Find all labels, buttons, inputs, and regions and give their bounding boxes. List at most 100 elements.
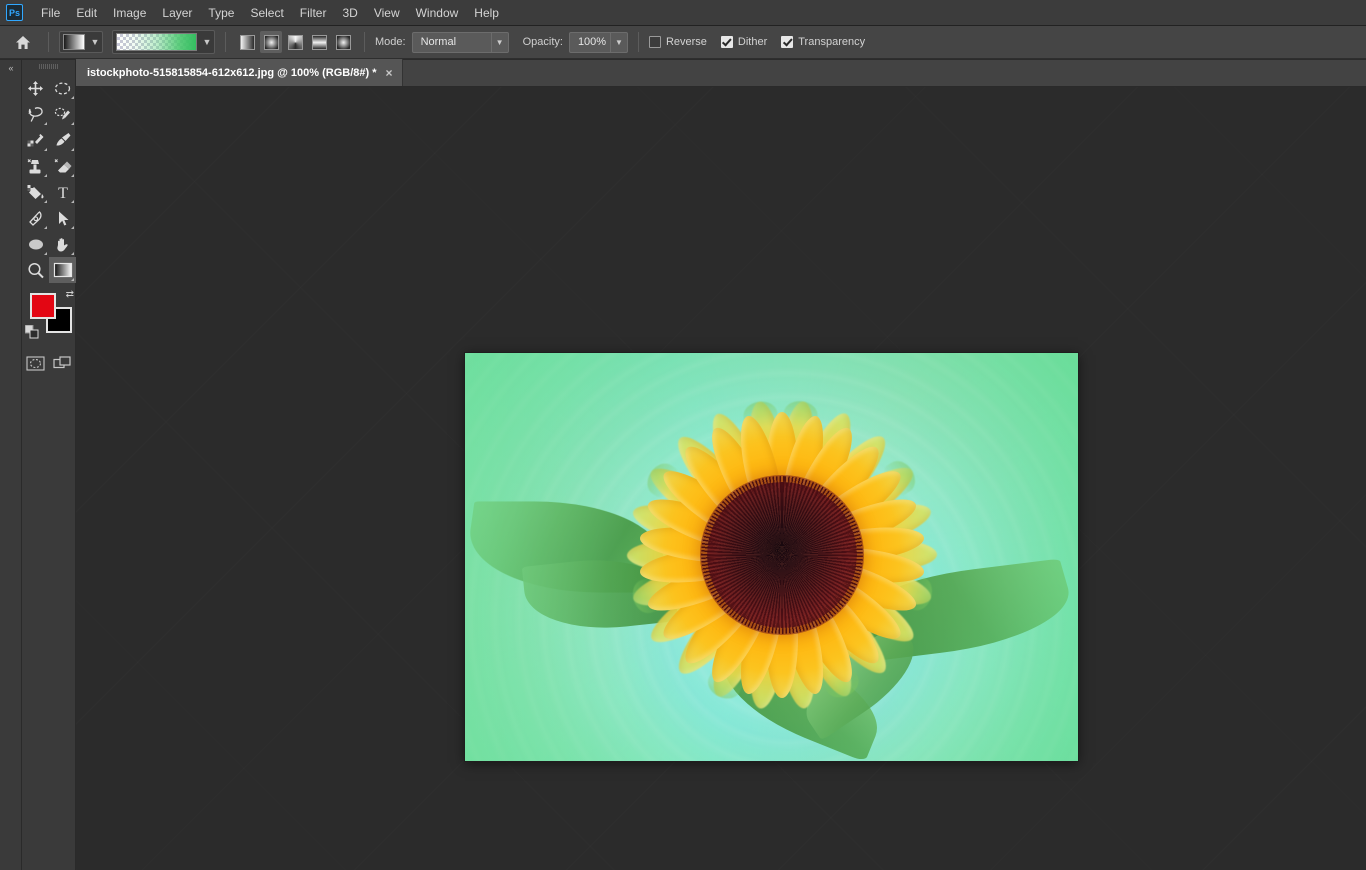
canvas-area[interactable] <box>76 87 1366 870</box>
pen-tool[interactable] <box>22 205 49 231</box>
gradient-style-group <box>236 31 354 53</box>
quick-mask-mode-button[interactable] <box>22 351 49 375</box>
reverse-checkbox[interactable]: Reverse <box>648 36 707 48</box>
toolbar-bottom-row <box>22 351 76 375</box>
tool-flyout-indicator <box>71 122 74 125</box>
tool-flyout-indicator <box>44 174 47 177</box>
linear-gradient-icon <box>239 34 255 50</box>
menu-item-layer[interactable]: Layer <box>154 2 200 24</box>
move-tool[interactable] <box>22 75 49 101</box>
ellipse-tool[interactable] <box>22 231 49 257</box>
menu-item-filter[interactable]: Filter <box>292 2 335 24</box>
chevron-down-icon-opacity[interactable]: ▼ <box>609 32 627 52</box>
reflected-gradient-button[interactable] <box>308 31 330 53</box>
type-tool[interactable]: T <box>49 179 76 205</box>
reverse-checkbox-box[interactable] <box>648 36 661 48</box>
reflected-gradient-icon <box>311 34 327 50</box>
diamond-gradient-icon <box>335 34 351 50</box>
hand-tool[interactable] <box>49 231 76 257</box>
chevron-down-icon-mode[interactable]: ▼ <box>490 32 508 52</box>
tool-flyout-indicator <box>44 226 47 229</box>
quick-selection-tool[interactable] <box>49 101 76 127</box>
opacity-value[interactable]: 100% <box>570 36 610 48</box>
photoshop-logo-icon: Ps <box>6 4 23 21</box>
radial-gradient-icon <box>263 34 279 50</box>
menu-item-3d[interactable]: 3D <box>334 2 365 24</box>
menu-item-window[interactable]: Window <box>408 2 467 24</box>
gradient-preview-swatch <box>116 33 197 51</box>
screen-mode-button[interactable] <box>49 351 76 375</box>
close-icon[interactable]: × <box>386 67 393 79</box>
menu-item-help[interactable]: Help <box>466 2 507 24</box>
document-canvas[interactable] <box>465 353 1078 761</box>
document-tab-bar: istockphoto-515815854-612x612.jpg @ 100%… <box>76 59 1366 87</box>
color-swatches: ⇄ <box>22 289 76 345</box>
opacity-select[interactable]: 100% ▼ <box>568 31 628 53</box>
gradient-tool[interactable] <box>49 257 76 283</box>
options-separator-4 <box>637 32 639 52</box>
collapse-panels-button[interactable]: « <box>0 60 21 73</box>
tool-flyout-indicator <box>71 252 74 255</box>
tool-flyout-indicator <box>71 226 74 229</box>
tools-panel: T ⇄ <box>22 60 76 870</box>
menu-item-edit[interactable]: Edit <box>68 2 105 24</box>
menu-item-file[interactable]: File <box>33 2 68 24</box>
gradient-tool-alt[interactable] <box>22 179 49 205</box>
zoom-tool[interactable] <box>22 257 49 283</box>
sunflower-disc-center <box>706 482 857 628</box>
angle-gradient-button[interactable] <box>284 31 306 53</box>
transparency-label: Transparency <box>798 36 866 48</box>
tool-flyout-indicator <box>44 200 47 203</box>
menu-item-view[interactable]: View <box>366 2 408 24</box>
sunflower-bloom <box>572 353 992 761</box>
blend-mode-select[interactable]: Normal ▼ <box>411 31 509 53</box>
path-selection-tool[interactable] <box>49 205 76 231</box>
clone-stamp-tool[interactable] <box>22 153 49 179</box>
home-icon[interactable] <box>8 29 38 55</box>
menu-item-type[interactable]: Type <box>200 2 242 24</box>
chevron-down-icon[interactable]: ▼ <box>88 37 102 47</box>
eraser-tool[interactable] <box>49 153 76 179</box>
spot-healing-brush-tool[interactable] <box>49 127 76 153</box>
gradient-swatch-picker[interactable]: ▼ <box>59 31 103 53</box>
angle-gradient-icon <box>287 34 303 50</box>
mode-label: Mode: <box>375 36 406 48</box>
document-tab[interactable]: istockphoto-515815854-612x612.jpg @ 100%… <box>76 59 403 86</box>
toolbar-drag-handle[interactable] <box>22 60 75 73</box>
gradient-preset-picker[interactable]: ▼ <box>112 30 215 54</box>
options-separator-3 <box>364 32 365 52</box>
radial-gradient-button[interactable] <box>260 31 282 53</box>
linear-gradient-button[interactable] <box>236 31 258 53</box>
dither-checkbox[interactable]: Dither <box>720 36 767 48</box>
foreground-color-swatch[interactable] <box>30 293 56 319</box>
tool-grid: T <box>22 73 76 283</box>
menu-item-select[interactable]: Select <box>242 2 291 24</box>
marquee-tool[interactable] <box>49 75 76 101</box>
tool-flyout-indicator <box>71 200 74 203</box>
tool-flyout-indicator <box>44 122 47 125</box>
chevron-down-icon-preset[interactable]: ▼ <box>200 37 214 47</box>
blend-mode-value: Normal <box>420 36 457 48</box>
tool-flyout-indicator <box>44 252 47 255</box>
reverse-label: Reverse <box>665 36 707 48</box>
swap-colors-icon[interactable]: ⇄ <box>66 289 74 300</box>
tool-flyout-indicator <box>71 96 74 99</box>
menu-item-image[interactable]: Image <box>105 2 154 24</box>
gradient-swatch-icon <box>63 34 85 50</box>
diamond-gradient-button[interactable] <box>332 31 354 53</box>
eyedropper-tool[interactable] <box>22 127 49 153</box>
default-colors-icon[interactable] <box>24 324 40 345</box>
menu-bar: Ps File Edit Image Layer Type Select Fil… <box>0 0 1366 26</box>
options-separator-1 <box>48 32 49 52</box>
transparency-checkbox-box[interactable] <box>781 36 794 48</box>
options-separator-2 <box>225 32 226 52</box>
left-dock-strip: « <box>0 60 22 870</box>
transparency-checkbox[interactable]: Transparency <box>781 36 865 48</box>
tool-flyout-indicator <box>71 174 74 177</box>
svg-text:T: T <box>58 185 68 201</box>
tool-flyout-indicator <box>71 278 74 281</box>
lasso-tool[interactable] <box>22 101 49 127</box>
dither-checkbox-box[interactable] <box>720 36 733 48</box>
tool-flyout-indicator <box>44 148 47 151</box>
opacity-label: Opacity: <box>522 36 563 48</box>
